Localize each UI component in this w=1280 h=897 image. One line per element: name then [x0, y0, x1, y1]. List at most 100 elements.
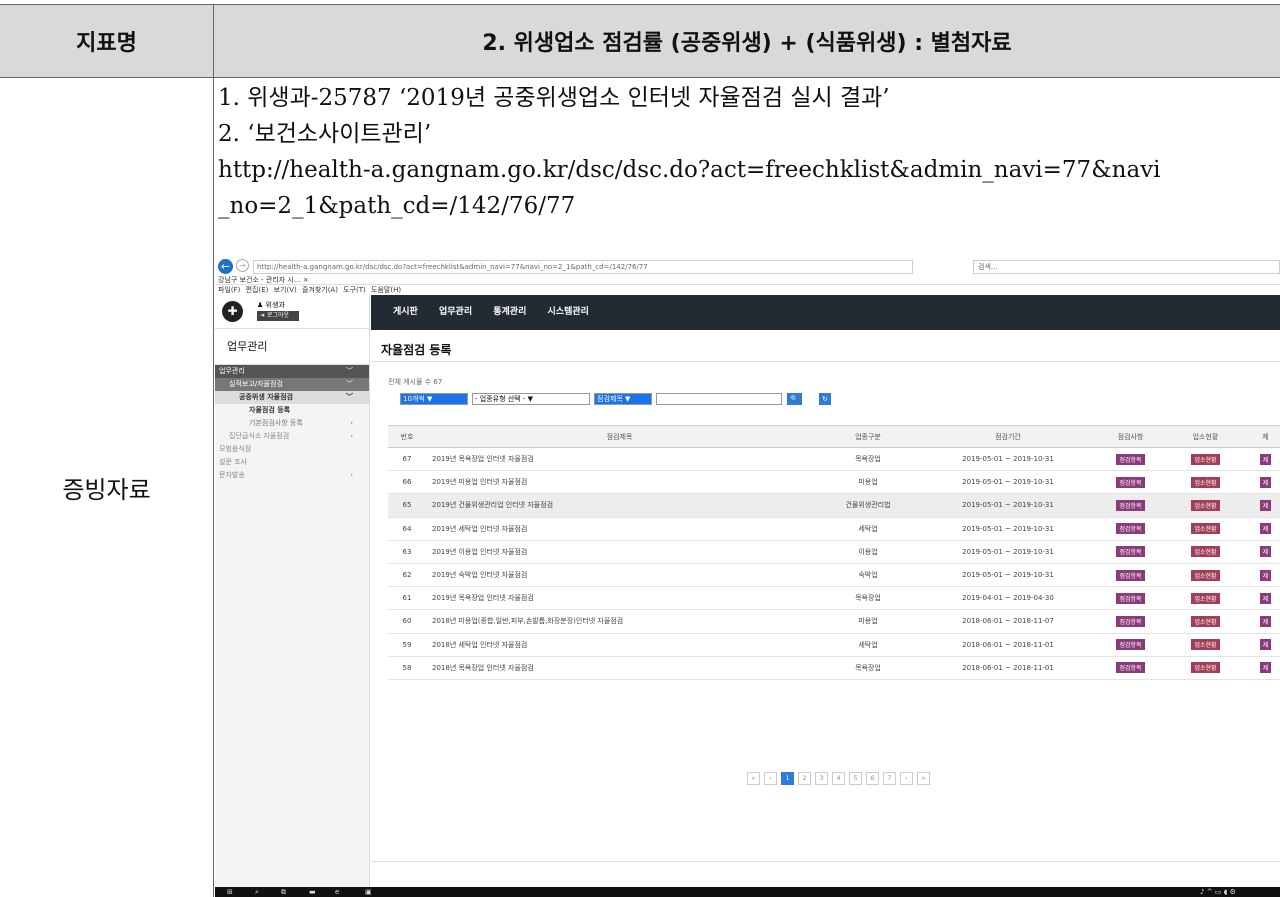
sidebar-item[interactable]: 업무관리 ﹀ — [215, 365, 369, 378]
table-row[interactable]: 65 2019년 건물위생관리업 인터넷 자율점검 건물위생관리법 2019-05-0… — [388, 493, 1280, 518]
inspection-items-button[interactable]: 점검항목 — [1116, 546, 1145, 558]
row-title[interactable]: 2019년 이용업 인터넷 자율점검 — [426, 540, 813, 564]
business-status-button[interactable]: 업소현황 — [1191, 523, 1220, 535]
business-status-button[interactable]: 업소현황 — [1191, 453, 1220, 465]
table-row[interactable]: 64 2019년 세탁업 인터넷 자율점검 세탁업 2019-05-01 ~ 2019… — [388, 517, 1280, 541]
inspection-items-button[interactable]: 점검항목 — [1116, 615, 1145, 627]
row-action-cell: 점검항목 — [1093, 609, 1168, 634]
back-icon[interactable]: ← — [218, 259, 233, 274]
browser-menu-bar[interactable]: 파일(F) 편집(E) 보기(V) 즐겨찾기(A) 도구(T) 도움말(H) — [215, 285, 1280, 295]
nav-work[interactable]: 업무관리 — [439, 307, 472, 317]
reset-button[interactable]: ↻ 검색초기화 — [819, 393, 832, 463]
sidebar-item[interactable]: 집단급식소 자율점검 ‹ — [215, 430, 369, 443]
row-title[interactable]: 2019년 미용업 인터넷 자율점검 — [426, 470, 813, 495]
logout-button[interactable]: ➜ 로그아웃 — [257, 311, 299, 321]
page-button[interactable]: « — [747, 772, 760, 785]
search-icon[interactable]: ⌕ — [255, 887, 259, 897]
table-row[interactable]: 63 2019년 이용업 인터넷 자율점검 이용업 2019-05-01 ~ 2019… — [388, 540, 1280, 564]
business-status-button[interactable]: 업소현황 — [1191, 615, 1220, 627]
extra-button[interactable]: 제 — [1259, 499, 1272, 511]
page-button[interactable]: 4 — [832, 772, 845, 785]
page-button[interactable]: 6 — [866, 772, 879, 785]
forward-icon[interactable]: → — [236, 259, 249, 272]
page-button[interactable]: › — [900, 772, 913, 785]
inspection-items-button[interactable]: 점검항목 — [1116, 639, 1145, 651]
page-button[interactable]: 1 — [781, 772, 794, 785]
business-status-button[interactable]: 업소현황 — [1191, 476, 1220, 488]
row-title[interactable]: 2019년 세탁업 인터넷 자율점검 — [426, 517, 813, 541]
business-status-button[interactable]: 업소현황 — [1191, 546, 1220, 558]
page-button[interactable]: 5 — [849, 772, 862, 785]
table-row[interactable]: 66 2019년 미용업 인터넷 자율점검 미용업 2019-05-01 ~ 2019… — [388, 470, 1280, 495]
page-button[interactable]: 3 — [815, 772, 828, 785]
sidebar-item[interactable]: 실적보고/자율점검 ﹀ — [215, 378, 369, 391]
inspection-items-button[interactable]: 점검항목 — [1116, 476, 1145, 488]
per-page-select[interactable]: 10개씩 ▼ — [400, 393, 468, 405]
evidence-text: 1. 위생과-25787 ‘2019년 공중위생업소 인터넷 자율점검 실시 결… — [218, 80, 1280, 224]
inspection-items-button[interactable]: 점검항목 — [1116, 453, 1145, 465]
extra-button[interactable]: 제 — [1259, 546, 1272, 558]
table-row[interactable]: 67 2019년 목욕장업 인터넷 자율점검 목욕장업 2019-05-01 ~ 20… — [388, 447, 1280, 472]
inspection-items-button[interactable]: 점검항목 — [1116, 499, 1145, 511]
app-icon[interactable]: ▣ — [365, 887, 372, 897]
row-title[interactable]: 2018년 미용업(종합,일반,피부,손발톱,화장분장)인터넷 자율점검 — [426, 609, 813, 634]
extra-button[interactable]: 제 — [1259, 662, 1272, 674]
file-explorer-icon[interactable]: ▬ — [309, 887, 316, 897]
row-period: 2018-06-01 ~ 2018-11-01 — [923, 656, 1093, 680]
extra-button[interactable]: 제 — [1259, 453, 1272, 465]
windows-start-icon[interactable]: ⊞ — [227, 887, 233, 897]
page-button[interactable]: » — [917, 772, 930, 785]
row-title[interactable]: 2019년 목욕장업 인터넷 자율점검 — [426, 586, 813, 611]
inspection-items-button[interactable]: 점검항목 — [1116, 662, 1145, 674]
row-title[interactable]: 2018년 세탁업 인터넷 자율점검 — [426, 633, 813, 657]
nav-board[interactable]: 게시판 — [393, 307, 418, 317]
row-title[interactable]: 2019년 건물위생관리업 인터넷 자율점검 — [426, 493, 813, 518]
type-select[interactable]: - 업종유형 선택 - ▼ — [472, 393, 590, 405]
extra-button[interactable]: 제 — [1259, 476, 1272, 488]
row-title[interactable]: 2018년 목욕장업 인터넷 자율점검 — [426, 656, 813, 680]
nav-system[interactable]: 시스템관리 — [548, 307, 589, 317]
extra-button[interactable]: 제 — [1259, 592, 1272, 604]
sidebar-item[interactable]: 자율점검 등록 — [215, 404, 369, 417]
business-status-button[interactable]: 업소현황 — [1191, 499, 1220, 511]
page-button[interactable]: 7 — [883, 772, 896, 785]
url-input[interactable]: http://health-a.gangnam.go.kr/dsc/dsc.do… — [253, 260, 913, 274]
table-row[interactable]: 62 2019년 숙박업 인터넷 자율점검 숙박업 2019-05-01 ~ 2019… — [388, 563, 1280, 588]
browser-search-input[interactable]: 검색... — [973, 260, 1280, 274]
extra-button[interactable]: 제 — [1259, 639, 1272, 651]
ie-browser-icon[interactable]: e — [335, 887, 339, 897]
inspection-items-button[interactable]: 점검항목 — [1116, 523, 1145, 535]
sidebar-item[interactable]: 문자발송 ‹ — [215, 469, 369, 482]
search-input[interactable] — [656, 393, 782, 405]
business-status-button[interactable]: 업소현황 — [1191, 662, 1220, 674]
sidebar: ✚ ♟ 위생과 ➜ 로그아웃 업무관리 업무관리 ﹀ 실적보고/자율점검 ﹀ 공중위생 … — [215, 295, 370, 887]
business-status-button[interactable]: 업소현황 — [1191, 592, 1220, 604]
row-action-cell: 제 — [1243, 470, 1280, 495]
table-row[interactable]: 60 2018년 미용업(종합,일반,피부,손발톱,화장분장)인터넷 자율점검 미용… — [388, 609, 1280, 634]
inspection-items-button[interactable]: 점검항목 — [1116, 592, 1145, 604]
nav-stats[interactable]: 통계관리 — [493, 307, 526, 317]
row-action-cell: 점검항목 — [1093, 470, 1168, 495]
table-row[interactable]: 59 2018년 세탁업 인터넷 자율점검 세탁업 2018-06-01 ~ 2018… — [388, 633, 1280, 657]
tray-icons[interactable]: ♪ ^ ▭ ◖ ⚙ — [1200, 887, 1236, 897]
browser-tab[interactable]: 강남구 보건소 - 관리자 시... × — [218, 275, 309, 285]
sidebar-item[interactable]: 기본점검사항 등록 ‹ — [215, 417, 369, 430]
business-status-button[interactable]: 업소현황 — [1191, 569, 1220, 581]
page-button[interactable]: ‹ — [764, 772, 777, 785]
extra-button[interactable]: 제 — [1259, 615, 1272, 627]
inspection-items-button[interactable]: 점검항목 — [1116, 569, 1145, 581]
extra-button[interactable]: 제 — [1259, 523, 1272, 535]
sidebar-item[interactable]: 공중위생 자율점검 ﹀ — [215, 391, 369, 404]
business-status-button[interactable]: 업소현황 — [1191, 639, 1220, 651]
extra-button[interactable]: 제 — [1259, 569, 1272, 581]
field-select[interactable]: 점검제목 ▼ — [594, 393, 652, 405]
table-row[interactable]: 58 2018년 목욕장업 인터넷 자율점검 목욕장업 2018-06-01 ~ 20… — [388, 656, 1280, 680]
sidebar-item[interactable]: 모범음식점 — [215, 443, 369, 456]
table-row[interactable]: 61 2019년 목욕장업 인터넷 자율점검 목욕장업 2019-04-01 ~ 20… — [388, 586, 1280, 611]
page-button[interactable]: 2 — [798, 772, 811, 785]
row-title[interactable]: 2019년 목욕장업 인터넷 자율점검 — [426, 447, 813, 472]
sidebar-item[interactable]: 설문 조사 — [215, 456, 369, 469]
task-view-icon[interactable]: ⧉ — [281, 887, 286, 897]
search-button[interactable]: 🔍 검색 — [787, 393, 802, 427]
row-title[interactable]: 2019년 숙박업 인터넷 자율점검 — [426, 563, 813, 588]
